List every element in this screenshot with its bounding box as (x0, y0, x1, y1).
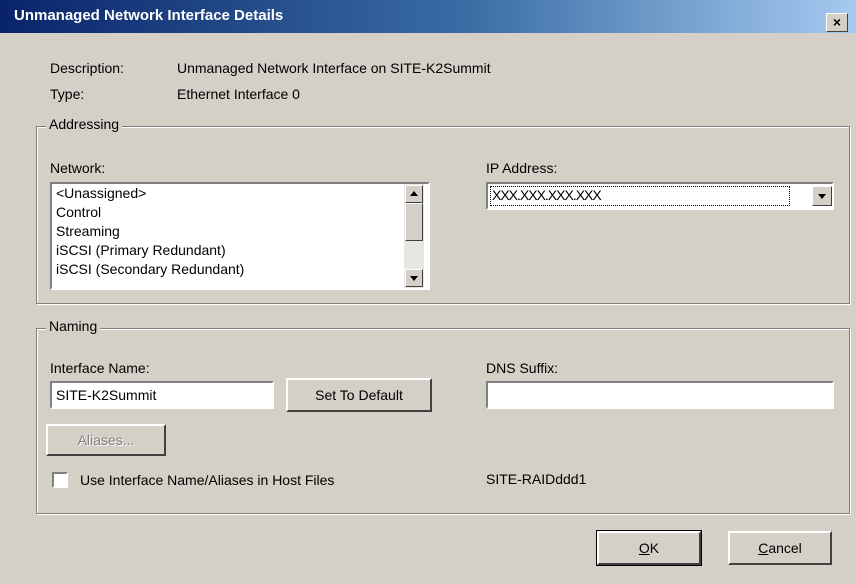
cancel-button[interactable]: Cancel (728, 531, 832, 565)
raid-name-text: SITE-RAIDddd1 (486, 471, 587, 487)
interface-name-input[interactable]: SITE-K2Summit (50, 381, 274, 409)
close-icon: × (832, 14, 842, 30)
interface-name-value: SITE-K2Summit (56, 387, 157, 403)
aliases-button[interactable]: Aliases... (46, 424, 166, 456)
aliases-label: Aliases... (77, 432, 135, 448)
close-button[interactable]: × (826, 13, 848, 32)
network-item-iscsi-secondary[interactable]: iSCSI (Secondary Redundant) (56, 261, 244, 277)
network-label: Network: (50, 160, 106, 176)
ok-label: OK (638, 540, 660, 556)
set-to-default-button[interactable]: Set To Default (286, 378, 432, 412)
ip-dropdown-button[interactable] (812, 186, 832, 206)
network-item-control[interactable]: Control (56, 204, 101, 220)
network-listbox[interactable]: <Unassigned> Control Streaming iSCSI (Pr… (50, 182, 430, 290)
network-item-iscsi-primary[interactable]: iSCSI (Primary Redundant) (56, 242, 226, 258)
network-item-streaming[interactable]: Streaming (56, 223, 120, 239)
set-to-default-label: Set To Default (315, 387, 403, 403)
cancel-label: Cancel (758, 540, 802, 556)
ip-address-value: XXX.XXX.XXX.XXX (492, 187, 602, 203)
chevron-down-icon (818, 194, 826, 199)
network-item-unassigned[interactable]: <Unassigned> (56, 185, 146, 201)
window-title: Unmanaged Network Interface Details (14, 7, 284, 24)
ok-button[interactable]: OK (597, 531, 701, 565)
ip-address-dropdown[interactable]: XXX.XXX.XXX.XXX (486, 182, 834, 210)
host-files-label: Use Interface Name/Aliases in Host Files (80, 472, 335, 488)
scroll-down-button[interactable] (405, 269, 423, 287)
network-scrollbar[interactable] (404, 184, 424, 288)
arrow-up-icon (410, 191, 418, 196)
naming-legend: Naming (46, 318, 101, 334)
type-value: Ethernet Interface 0 (177, 86, 300, 102)
description-value: Unmanaged Network Interface on SITE-K2Su… (177, 60, 491, 76)
host-files-checkbox[interactable] (52, 472, 68, 488)
interface-name-label: Interface Name: (50, 360, 150, 376)
type-label: Type: (50, 86, 85, 102)
ip-address-label: IP Address: (486, 160, 558, 176)
description-label: Description: (50, 60, 124, 76)
scroll-thumb[interactable] (405, 203, 423, 241)
dns-suffix-input[interactable] (486, 381, 834, 409)
dns-suffix-label: DNS Suffix: (486, 360, 559, 376)
scroll-up-button[interactable] (405, 185, 423, 203)
arrow-down-icon (410, 276, 418, 281)
addressing-legend: Addressing (46, 116, 123, 132)
